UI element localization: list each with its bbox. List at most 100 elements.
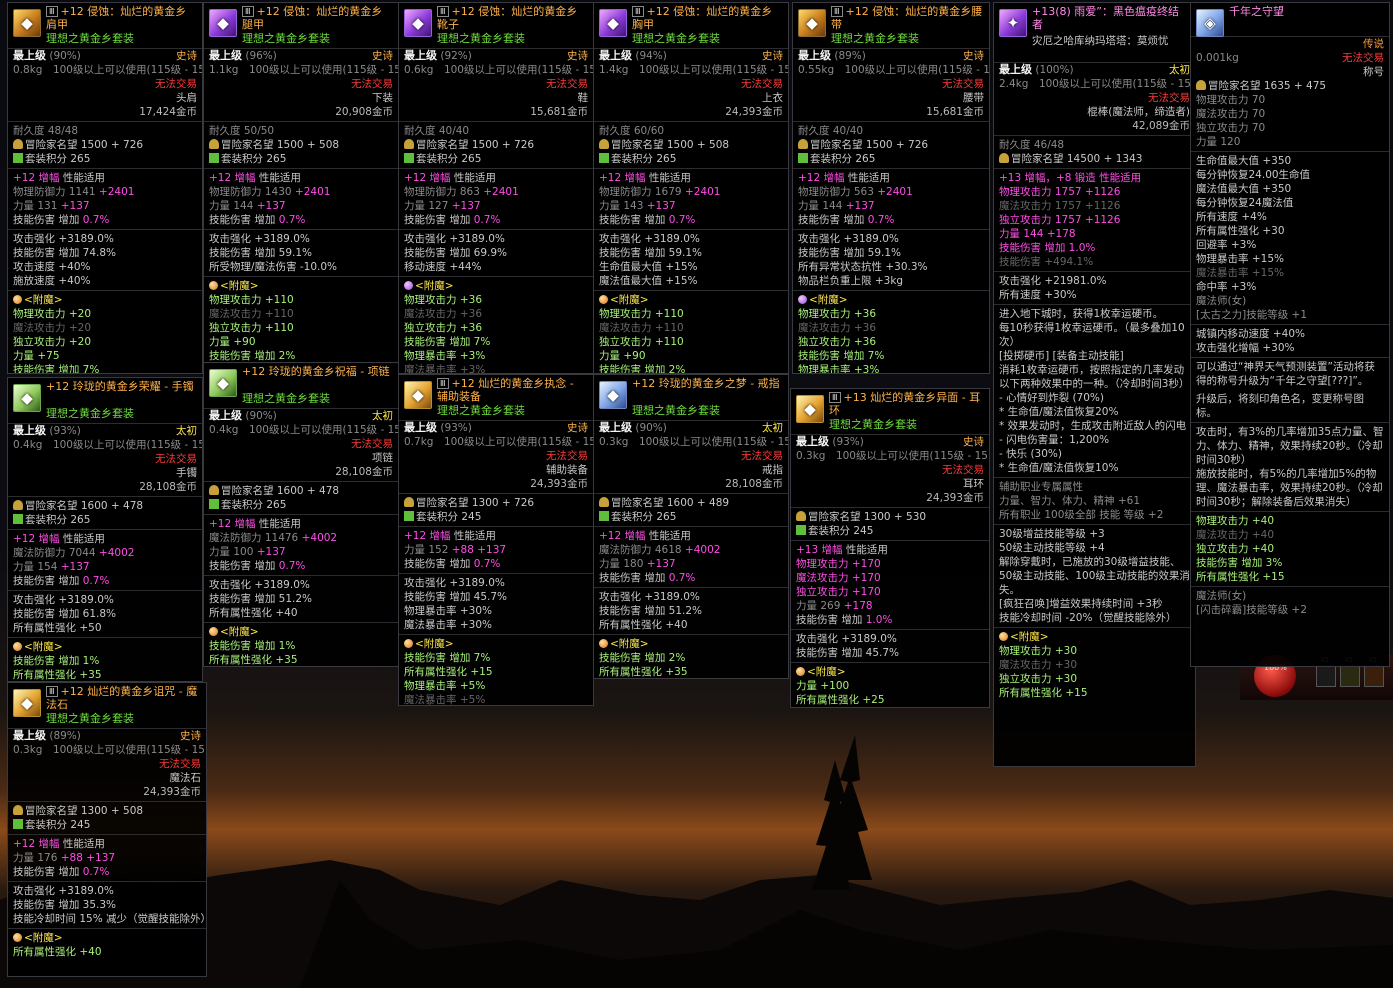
earring-set-points: 套装积分 245: [808, 525, 874, 537]
shoes-trade-row: 无法交易: [399, 77, 593, 91]
chest-title: +12 侵蚀：灿烂的黄金乡胸甲: [632, 5, 773, 31]
earring-fame-row: 冒险家名望 1300 + 530: [791, 510, 989, 524]
magicstone-set-points: 套装积分 245: [25, 819, 91, 831]
chest-setpoints-row: 套装积分 265: [594, 152, 788, 166]
divider: [204, 622, 398, 623]
belt-tooltip: ◆ Ⅲ +12 侵蚀：灿烂的黄金乡腰带 理想之黄金乡套装 最上级 (89%) 史诗 0.55…: [792, 2, 990, 374]
quickslot-2[interactable]: [1340, 665, 1360, 687]
shoulder-requirement: 0.8kg 100级以上可以使用(115级 - 15): [13, 64, 203, 76]
fame-medal-icon: [404, 139, 414, 149]
shoulder-fame-row: 冒险家名望 1500 + 726: [8, 138, 202, 152]
necklace-trade: 无法交易: [351, 438, 393, 450]
support-grade-pct: (93%): [440, 422, 472, 434]
tag-icon: Ⅲ: [46, 6, 58, 17]
chest-slot: 上衣: [762, 92, 783, 104]
item-glyph-icon: ◆: [217, 374, 229, 392]
bracelet-trade: 无法交易: [155, 453, 197, 465]
weapon-subtitle: 灾厄之哈库纳玛塔塔：莫烦忧: [1032, 35, 1169, 47]
divider: [791, 662, 989, 663]
shoulder-fame-base: 冒险家名望 1500: [25, 139, 108, 151]
weapon-desc-line: [投掷硬币] [装备主动技能]: [999, 350, 1124, 362]
necklace-enchant-title-row: <附魔>: [204, 625, 398, 639]
bracelet-enchant-title: <附魔>: [24, 641, 63, 653]
belt-trade: 无法交易: [942, 78, 984, 90]
support-enchant: 技能伤害 增加 7%: [404, 652, 491, 664]
chest-option: 攻击强化 +3189.0%: [599, 233, 700, 245]
fame-medal-icon: [13, 139, 23, 149]
legs-amp-tag: 性能适用: [258, 172, 301, 184]
weapon-desc-line: * 生命值/魔法值恢复10%: [999, 462, 1119, 474]
bracelet-option: 技能伤害 增加 61.8%: [13, 608, 117, 620]
shoes-grade-row: 最上级 (92%) 史诗: [399, 49, 593, 63]
quickslot-1[interactable]: [1316, 665, 1336, 687]
necklace-option: 所有属性强化 +40: [209, 607, 298, 619]
weapon-enchant-line: 物理攻击力 +30: [999, 645, 1077, 657]
bracelet-tooltip: ◆ +12 玲珑的黄金乡荣耀 - 手镯 理想之黄金乡套装 最上级 (93%) 太初 0.4…: [7, 377, 203, 682]
chest-grade-row: 最上级 (94%) 史诗: [594, 49, 788, 63]
chest-enchant-title: <附魔>: [610, 294, 649, 306]
shoulder-trade-row: 无法交易: [8, 77, 202, 91]
title-tooltip: ◈ 千年之守望 传说 0.001kg 无法交易 称号 冒险家名望 1635 + 4…: [1190, 2, 1390, 667]
bracelet-amp-tag: 性能适用: [62, 533, 105, 545]
shoulder-price-row: 17,424金币: [8, 105, 202, 119]
set-points-icon: [209, 499, 219, 509]
necklace-enchant: 技能伤害 增加 1%: [209, 640, 296, 652]
shoes-option: 技能伤害 增加 69.9%: [404, 247, 508, 259]
legs-trade-row: 无法交易: [204, 77, 398, 91]
fame-medal-icon: [798, 139, 808, 149]
bracelet-setpoints-row: 套装积分 265: [8, 513, 202, 527]
legs-title: +12 侵蚀：灿烂的黄金乡腿甲: [242, 5, 383, 31]
legs-stat-bonus: +137: [256, 200, 286, 212]
fame-medal-icon: [999, 153, 1009, 163]
title-proc-line: 施放技能时，有5%的几率增加5%的物理、魔法暴击率，效果持续20秒。（冷却时间3…: [1196, 468, 1383, 508]
magicstone-dmg-label: 技能伤害 增加: [13, 866, 80, 878]
ring-stat-bonus: +137: [646, 558, 676, 570]
belt-price: 15,681金币: [926, 106, 984, 118]
fame-medal-icon: [13, 805, 23, 815]
weapon-enchant-title: <附魔>: [1010, 631, 1049, 643]
shoulder-fame-bonus: + 726: [110, 139, 144, 151]
divider: [204, 121, 398, 122]
ring-trade: 无法交易: [741, 450, 783, 462]
earring-set-name: 理想之黄金乡套装: [829, 418, 917, 431]
divider: [8, 229, 202, 230]
belt-title: +12 侵蚀：灿烂的黄金乡腰带: [831, 5, 983, 31]
weapon-amp: +13 增幅，+8 锻造 性能适用: [999, 172, 1142, 184]
belt-fame-row: 冒险家名望 1500 + 726: [793, 138, 989, 152]
legs-enchant: 物理攻击力 +110: [209, 294, 294, 306]
support-setpoints-row: 套装积分 245: [399, 510, 593, 524]
weapon-skill-line: 30级增益技能等级 +3: [999, 528, 1105, 540]
weapon-attack-line: 独立攻击力 1757 +1126: [999, 214, 1121, 226]
title-rarity: 传说: [1363, 38, 1384, 50]
fame-medal-icon: [209, 485, 219, 495]
title-enchant-line: 物理攻击力 +40: [1196, 515, 1274, 527]
ring-set-name: 理想之黄金乡套装: [632, 404, 720, 417]
shoulder-stat: 物理防御力 1141: [13, 186, 96, 198]
divider: [791, 629, 989, 630]
shoes-fame-base: 冒险家名望 1500: [416, 139, 499, 151]
item-glyph-icon: ◆: [806, 14, 818, 32]
bracelet-grade: 最上级: [13, 424, 46, 437]
bracelet-option: 所有属性强化 +50: [13, 622, 102, 634]
weapon-skill-line: 解除穿戴时，已施放的30级增益技能、50级主动技能、100级主动技能的效果消失。: [999, 556, 1190, 596]
ring-grade-row: 最上级 (90%) 太初: [594, 421, 788, 435]
chest-trade-row: 无法交易: [594, 77, 788, 91]
fame-medal-icon: [796, 511, 806, 521]
fame-medal-icon: [599, 139, 609, 149]
chest-stat-row: 物理防御力 1679 +2401: [594, 185, 788, 199]
shoulder-option: 技能伤害 增加 74.8%: [13, 247, 117, 259]
shoulder-tooltip: ◆ Ⅲ +12 侵蚀：灿烂的黄金乡肩甲 理想之黄金乡套装 最上级 (90%) 史诗 0.8k…: [7, 2, 203, 374]
title-stat-line: 每分钟恢复24魔法值: [1196, 197, 1294, 209]
bracelet-dmg-label: 技能伤害 增加: [13, 575, 80, 587]
bracelet-stat: 力量 154: [13, 561, 58, 573]
item-glyph-icon: ◆: [217, 14, 229, 32]
shoulder-enchant: 独立攻击力 +20: [13, 336, 91, 348]
weapon-job-line: 力量、智力、体力、精神 +61: [999, 495, 1140, 507]
title-base-line: 魔法攻击力 70: [1196, 108, 1266, 120]
bracelet-set-points: 套装积分 265: [25, 514, 91, 526]
bracelet-name: +12 玲珑的黄金乡荣耀 - 手镯: [46, 380, 196, 393]
necklace-name: +12 玲珑的黄金乡祝福 - 项链: [242, 365, 392, 378]
chest-fame-row: 冒险家名望 1500 + 508: [594, 138, 788, 152]
ring-fame-row: 冒险家名望 1600 + 489: [594, 496, 788, 510]
quickslot-3[interactable]: [1364, 665, 1384, 687]
